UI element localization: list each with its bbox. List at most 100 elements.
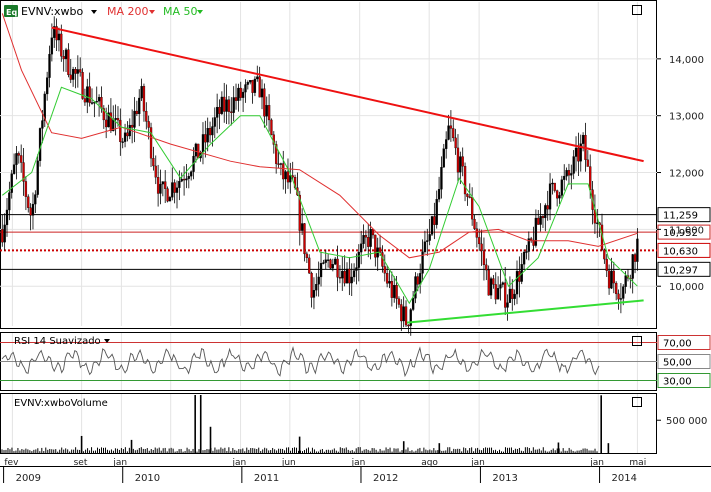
candle-body <box>178 181 181 188</box>
candle-body <box>383 266 386 274</box>
candle-body <box>312 289 316 298</box>
candle-body <box>213 117 216 127</box>
price-level-label: 10,630 <box>663 246 698 257</box>
candle-body <box>456 147 460 173</box>
candle-body <box>615 282 618 295</box>
candle-body <box>428 234 431 241</box>
candle-body <box>249 80 252 83</box>
candle-body <box>270 119 273 135</box>
candle-body <box>508 288 512 303</box>
candle-body <box>201 134 205 153</box>
candle-body <box>402 306 405 322</box>
candle-body <box>470 196 474 220</box>
candle-body <box>38 128 42 161</box>
x-tick-label: jan <box>470 458 485 468</box>
candle-body <box>171 182 174 198</box>
candle-body <box>220 96 224 114</box>
symbol-label[interactable]: EVNV:xwbo <box>21 5 84 18</box>
candle-body <box>223 96 226 112</box>
candle-body <box>126 132 129 137</box>
candle-body <box>555 190 559 199</box>
candle-body <box>140 86 143 99</box>
candle-body <box>114 118 117 120</box>
rsi-title[interactable]: RSI 14 Suavizado <box>14 336 101 347</box>
candle-body <box>388 281 391 284</box>
candle-body <box>525 251 528 253</box>
candle-body <box>504 282 507 308</box>
candle-body <box>548 183 552 210</box>
candle-body <box>116 118 120 121</box>
candle-body <box>48 53 51 78</box>
candle-body <box>253 78 257 93</box>
candle-body <box>109 112 113 132</box>
candle-body <box>57 33 61 41</box>
candle-body <box>454 137 457 149</box>
candle-body <box>303 223 306 255</box>
y-tick-label: 12,000 <box>669 169 704 180</box>
candle-body <box>544 205 547 219</box>
ma50-label[interactable]: MA 50 <box>163 5 198 18</box>
candle-body <box>60 33 63 57</box>
candle-body <box>610 270 613 289</box>
y-tick-label: 11,000 <box>669 225 704 236</box>
candle-body <box>225 99 228 112</box>
candle-body <box>194 143 198 157</box>
candle-body <box>624 275 627 287</box>
y-tick-label: 10,000 <box>669 282 704 293</box>
candle-body <box>605 258 608 271</box>
candle-body <box>357 251 360 268</box>
candle-body <box>589 166 592 190</box>
candle-body <box>338 277 342 279</box>
candle-body <box>553 182 556 191</box>
candle-body <box>435 199 438 225</box>
candle-body <box>17 153 20 156</box>
candle-body <box>62 56 65 60</box>
candle-body <box>355 267 358 271</box>
candle-body <box>480 243 483 251</box>
candle-body <box>551 182 554 185</box>
candle-body <box>100 97 103 109</box>
x-tick-label: jan <box>589 458 604 468</box>
candle-body <box>308 257 311 274</box>
candle-body <box>572 156 575 174</box>
candle-body <box>284 171 287 180</box>
candle-body <box>147 121 150 128</box>
volume-title[interactable]: EVNV:xwboVolume <box>14 398 108 409</box>
candle-body <box>567 170 571 176</box>
candle-body <box>369 228 372 247</box>
candle-body <box>31 203 35 216</box>
candle-body <box>482 250 486 266</box>
candle-body <box>414 276 417 299</box>
candle-body <box>105 119 108 128</box>
candle-body <box>541 216 545 219</box>
year-label: 2011 <box>254 473 279 484</box>
candle-body <box>3 224 6 243</box>
candle-body <box>50 37 54 55</box>
candle-body <box>513 293 516 299</box>
candle-body <box>164 181 167 189</box>
candle-body <box>67 49 70 76</box>
candle-body <box>501 282 504 285</box>
price-level-label: 11,259 <box>663 211 698 222</box>
candle-body <box>348 268 351 284</box>
candle-body <box>317 276 320 285</box>
candle-body <box>577 147 580 162</box>
candle-body <box>437 189 441 200</box>
candle-body <box>208 127 212 136</box>
candle-body <box>27 196 30 208</box>
rsi-level-label: 50,00 <box>663 358 692 369</box>
candle-body <box>586 159 589 167</box>
x-tick-label: set <box>74 458 88 468</box>
ma200-label[interactable]: MA 200 <box>107 5 149 18</box>
candle-body <box>145 111 148 122</box>
candle-body <box>215 106 219 118</box>
candle-body <box>494 284 497 300</box>
candle-body <box>459 156 462 173</box>
candle-body <box>204 134 207 143</box>
candle-body <box>416 276 419 285</box>
candle-body <box>36 160 39 195</box>
candle-body <box>390 281 394 298</box>
candle-body <box>277 163 280 165</box>
candle-body <box>135 110 139 115</box>
candle-body <box>41 120 44 129</box>
